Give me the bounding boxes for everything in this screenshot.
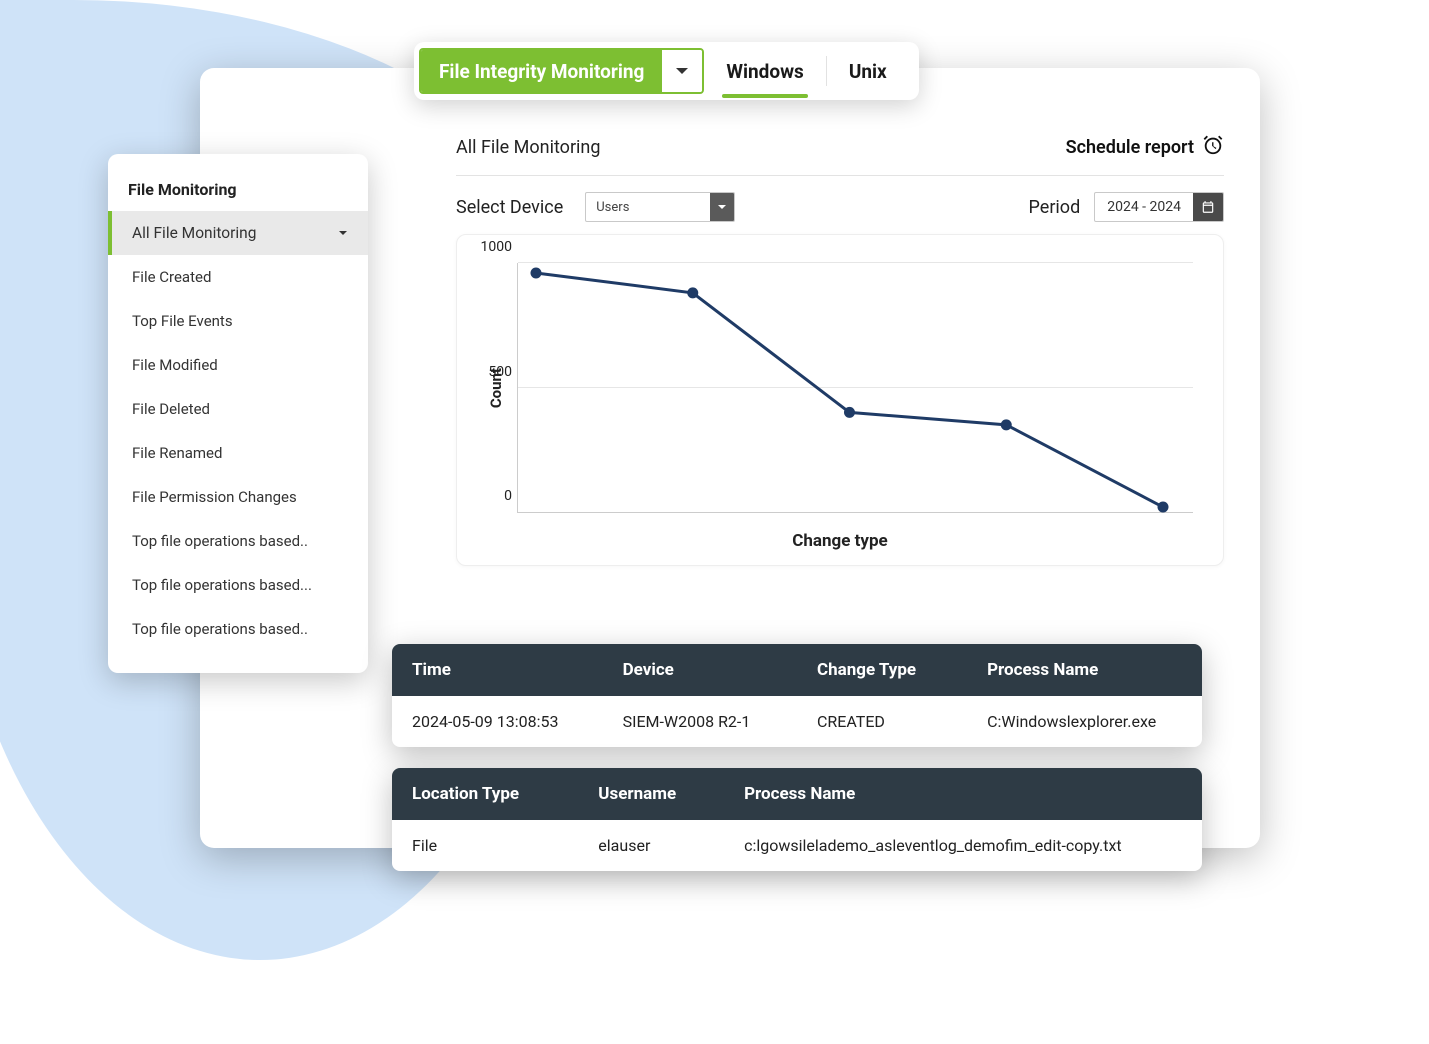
sidebar-item[interactable]: Top file operations based.. [108,607,368,651]
table-col-process-name: Process Name [724,768,1202,820]
chart-ytick: 1000 [472,239,512,255]
sidebar-item-label: File Modified [132,356,218,374]
chevron-down-icon [710,193,734,221]
table-header-row: Time Device Change Type Process Name [392,644,1202,696]
device-select[interactable]: Users [585,192,735,222]
clock-icon [1202,134,1224,161]
cell-change-type: CREATED [797,696,967,747]
tab-windows[interactable]: Windows [704,48,825,94]
device-select-value: Users [586,200,710,215]
cell-process-name: C:Windowslexplorer.exe [967,696,1202,747]
table-col-time: Time [392,644,603,696]
caret-down-icon [338,224,348,242]
period-label: Period [1029,197,1081,218]
sidebar-item-label: File Deleted [132,400,210,418]
chart-xlabel: Change type [487,513,1193,551]
calendar-icon [1193,193,1223,221]
header-row: All File Monitoring Schedule report [456,128,1224,175]
table-header-row: Location Type Username Process Name [392,768,1202,820]
details-table: Location Type Username Process Name File… [392,768,1202,871]
sidebar-item[interactable]: File Created [108,255,368,299]
table-col-device: Device [603,644,797,696]
tab-label: Windows [726,60,803,83]
table-col-username: Username [578,768,724,820]
table-col-process-name: Process Name [967,644,1202,696]
cell-username: elauser [578,820,724,871]
sidebar-item-label: All File Monitoring [132,224,256,242]
sidebar-panel: File Monitoring All File Monitoring File … [108,154,368,673]
table-row[interactable]: File elauser c:lgowsilelademo_asleventlo… [392,820,1202,871]
schedule-report-label: Schedule report [1066,137,1194,158]
sidebar-item[interactable]: Top File Events [108,299,368,343]
sidebar-item[interactable]: All File Monitoring [108,211,368,255]
sidebar-item-label: Top File Events [132,312,233,330]
sidebar-item-label: File Created [132,268,211,286]
sidebar-item-label: File Permission Changes [132,488,297,506]
sidebar-item[interactable]: Top file operations based... [108,563,368,607]
category-tabs-bar: File Integrity Monitoring Windows Unix [414,42,919,100]
tab-unix[interactable]: Unix [827,48,909,94]
cell-location-type: File [392,820,578,871]
chart-ytick: 500 [472,364,512,380]
sidebar-item-label: Top file operations based.. [132,620,308,638]
tab-label: Unix [849,60,887,83]
sidebar-item[interactable]: Top file operations based.. [108,519,368,563]
sidebar-item-label: File Renamed [132,444,222,462]
filter-row: Select Device Users Period 2024 - 2024 [456,176,1224,234]
sidebar-item[interactable]: File Renamed [108,431,368,475]
chart-line [518,263,1193,512]
table-col-change-type: Change Type [797,644,967,696]
events-table: Time Device Change Type Process Name 202… [392,644,1202,747]
chart-card: Count 0 500 1000 Change type [456,234,1224,566]
cell-process-name: c:lgowsilelademo_asleventlog_demofim_edi… [724,820,1202,871]
select-device-label: Select Device [456,197,563,218]
sidebar-title: File Monitoring [108,180,368,211]
sidebar-item[interactable]: File Permission Changes [108,475,368,519]
chart-plot: 0 500 1000 [517,263,1193,513]
sidebar-item-label: Top file operations based... [132,576,312,594]
sidebar-item[interactable]: File Deleted [108,387,368,431]
schedule-report-button[interactable]: Schedule report [1066,134,1224,161]
category-dropdown[interactable]: File Integrity Monitoring [419,48,704,94]
page-title: All File Monitoring [456,137,600,158]
period-value: 2024 - 2024 [1095,199,1193,215]
table-row[interactable]: 2024-05-09 13:08:53 SIEM-W2008 R2-1 CREA… [392,696,1202,747]
chevron-down-icon [662,50,702,92]
table-col-location-type: Location Type [392,768,578,820]
period-picker[interactable]: 2024 - 2024 [1094,192,1224,222]
sidebar-item[interactable]: File Modified [108,343,368,387]
category-label: File Integrity Monitoring [421,50,662,92]
cell-time: 2024-05-09 13:08:53 [392,696,603,747]
cell-device: SIEM-W2008 R2-1 [603,696,797,747]
chart-ytick: 0 [472,488,512,504]
sidebar-item-label: Top file operations based.. [132,532,308,550]
